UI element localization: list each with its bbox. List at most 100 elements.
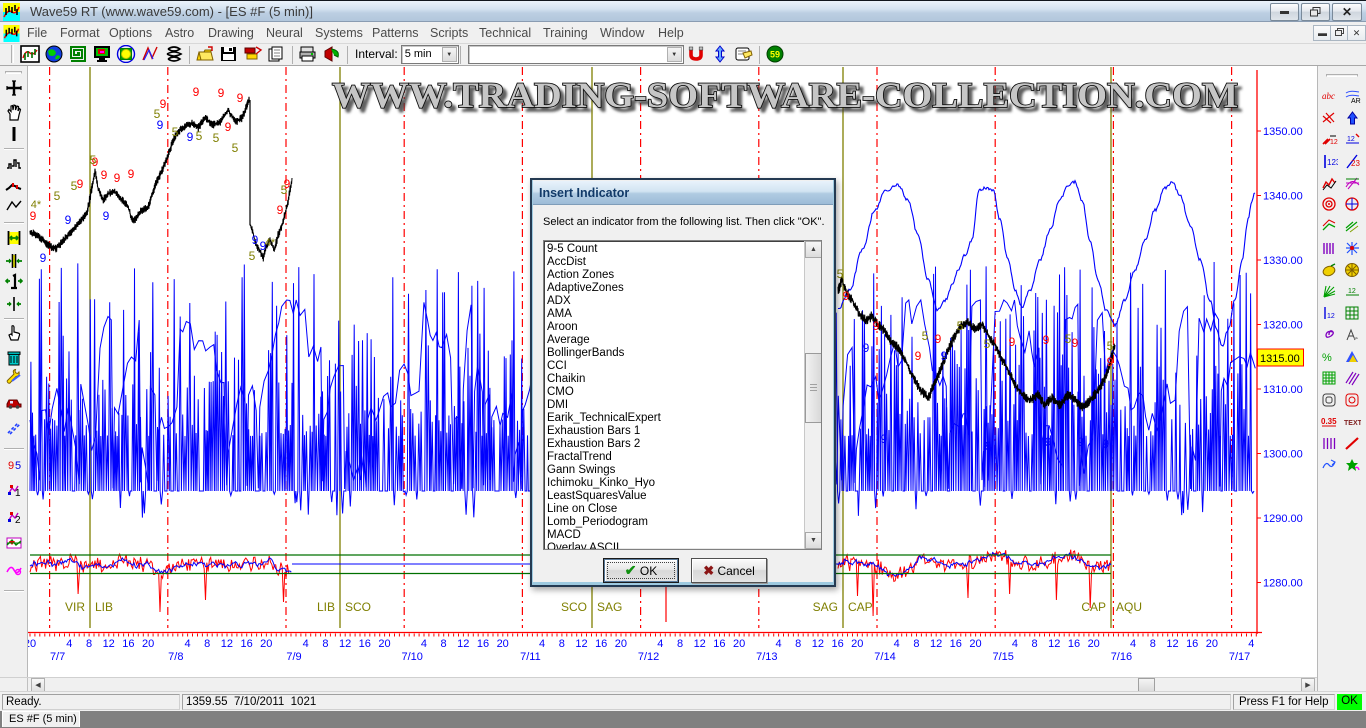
svg-text:20: 20	[378, 638, 390, 650]
svg-text:9: 9	[30, 209, 37, 223]
svg-text:9: 9	[193, 85, 200, 99]
svg-text:SAG: SAG	[813, 600, 838, 614]
svg-text:7/11: 7/11	[520, 651, 541, 663]
svg-text:12: 12	[1166, 638, 1178, 650]
svg-text:4: 4	[1130, 638, 1136, 650]
svg-text:5: 5	[957, 319, 964, 333]
svg-text:5: 5	[837, 267, 844, 281]
svg-text:9: 9	[114, 171, 121, 185]
svg-text:9: 9	[1009, 335, 1016, 349]
svg-text:9: 9	[187, 130, 194, 144]
svg-text:8: 8	[795, 638, 801, 650]
svg-text:1315.00: 1315.00	[1260, 353, 1300, 365]
svg-text:2: 2	[15, 515, 21, 526]
svg-text:9: 9	[881, 432, 888, 446]
svg-text:7/14: 7/14	[874, 651, 895, 663]
svg-text:7/9: 7/9	[286, 651, 301, 663]
svg-text:12: 12	[457, 638, 469, 650]
svg-text:9: 9	[1103, 437, 1110, 451]
svg-text:9: 9	[8, 460, 14, 472]
svg-text:AQU: AQU	[1116, 600, 1142, 614]
svg-text:12: 12	[1327, 313, 1335, 320]
svg-text:4: 4	[1248, 638, 1254, 650]
svg-text:5: 5	[54, 189, 61, 203]
svg-text:9: 9	[101, 168, 108, 182]
svg-text:5: 5	[71, 179, 78, 193]
svg-text:1: 1	[15, 488, 21, 499]
svg-text:20: 20	[969, 638, 981, 650]
svg-text:LIB: LIB	[95, 600, 113, 614]
svg-text:9: 9	[1107, 355, 1114, 369]
svg-text:9: 9	[915, 349, 922, 363]
svg-text:123: 123	[1327, 158, 1338, 167]
svg-text:16: 16	[831, 638, 843, 650]
svg-text:4*: 4*	[31, 199, 42, 211]
svg-text:8: 8	[204, 638, 210, 650]
svg-text:5: 5	[1065, 332, 1072, 346]
svg-text:16: 16	[1068, 638, 1080, 650]
svg-text:5: 5	[922, 329, 929, 343]
svg-text:9: 9	[128, 167, 135, 181]
svg-text:20: 20	[142, 638, 154, 650]
svg-text:1280.00: 1280.00	[1263, 578, 1303, 590]
svg-text:12: 12	[1348, 288, 1356, 295]
svg-text:5: 5	[15, 460, 21, 472]
svg-text:5: 5	[154, 107, 161, 121]
svg-text:1310.00: 1310.00	[1263, 384, 1303, 396]
svg-text:CAP: CAP	[1081, 600, 1106, 614]
svg-text:20: 20	[497, 638, 509, 650]
svg-text:16: 16	[122, 638, 134, 650]
svg-text:4: 4	[539, 638, 545, 650]
svg-text:WWW.TRADING-SOFTWARE-COLLECTIO: WWW.TRADING-SOFTWARE-COLLECTION.COM	[332, 75, 1238, 115]
svg-text:9: 9	[225, 120, 232, 134]
svg-text:4: 4	[421, 638, 427, 650]
svg-text:5: 5	[213, 131, 220, 145]
svg-text:20: 20	[260, 638, 272, 650]
svg-text:9: 9	[65, 213, 72, 227]
svg-text:9: 9	[252, 233, 259, 247]
svg-text:9: 9	[873, 319, 880, 333]
svg-text:abc: abc	[1322, 91, 1335, 101]
svg-text:7/10: 7/10	[401, 651, 422, 663]
svg-text:7/17: 7/17	[1229, 651, 1250, 663]
svg-text:9: 9	[843, 289, 850, 303]
svg-text:16: 16	[950, 638, 962, 650]
svg-text:8: 8	[677, 638, 683, 650]
svg-text:16: 16	[713, 638, 725, 650]
svg-text:9: 9	[40, 251, 47, 265]
svg-text:59: 59	[770, 50, 780, 60]
svg-text:20: 20	[615, 638, 627, 650]
svg-text:16: 16	[477, 638, 489, 650]
svg-text:12: 12	[930, 638, 942, 650]
svg-text:VIR: VIR	[65, 600, 85, 614]
svg-text:SCO: SCO	[561, 600, 587, 614]
svg-text:AR: AR	[1351, 98, 1361, 105]
svg-text:12: 12	[103, 638, 115, 650]
svg-text:9: 9	[863, 341, 870, 355]
svg-text:7/16: 7/16	[1111, 651, 1132, 663]
svg-text:9: 9	[1043, 333, 1050, 347]
svg-text:12: 12	[812, 638, 824, 650]
svg-text:5: 5	[196, 129, 203, 143]
svg-text:1290.00: 1290.00	[1263, 513, 1303, 525]
svg-text:8: 8	[913, 638, 919, 650]
svg-text:20: 20	[851, 638, 863, 650]
svg-text:8: 8	[441, 638, 447, 650]
svg-text:12: 12	[1330, 139, 1338, 146]
svg-text:9: 9	[103, 209, 110, 223]
svg-text:9: 9	[237, 91, 244, 105]
svg-text:1330.00: 1330.00	[1263, 255, 1303, 267]
svg-text:12: 12	[1347, 136, 1355, 143]
svg-text:8: 8	[1032, 638, 1038, 650]
svg-text:7/13: 7/13	[756, 651, 777, 663]
svg-text:TEXT: TEXT	[1344, 420, 1361, 427]
svg-text:4: 4	[894, 638, 900, 650]
svg-text:5: 5	[1107, 339, 1114, 353]
svg-text:4: 4	[1012, 638, 1018, 650]
svg-text:12: 12	[1048, 638, 1060, 650]
svg-text:8: 8	[86, 638, 92, 650]
svg-text:9: 9	[77, 177, 84, 191]
svg-text:23: 23	[1351, 159, 1360, 168]
svg-text:SCO: SCO	[345, 600, 371, 614]
svg-text:5: 5	[249, 249, 256, 263]
